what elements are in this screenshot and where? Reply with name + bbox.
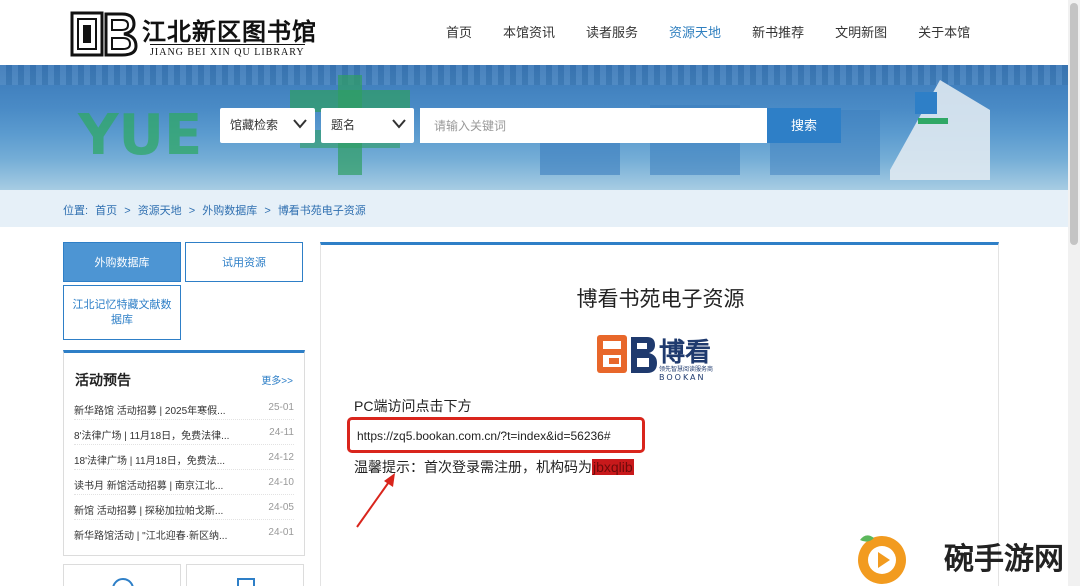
sidebar-tab-jiangbei-memory[interactable]: 江北记忆特藏文献数据库 <box>63 285 181 340</box>
list-item[interactable]: 8'法律广场 | 11月18日，免费法律... 24-11 <box>74 420 294 445</box>
breadcrumb-separator: > <box>124 205 131 217</box>
watermark: 碗手游网 <box>852 528 1080 586</box>
breadcrumb: 位置: 首页 > 资源天地 > 外购数据库 > 博看书苑电子资源 <box>63 202 370 218</box>
page-scrollbar[interactable] <box>1068 0 1080 586</box>
activity-item-title: 新华路馆活动 | "江北迎春·新区纳... <box>74 531 228 542</box>
list-item[interactable]: 新华路馆 活动招募 | 2025年寒假... 25-01 <box>74 395 294 420</box>
activity-item-title: 新华路馆 活动招募 | 2025年寒假... <box>74 406 226 417</box>
library-name-cn: 江北新区图书馆 <box>142 17 317 46</box>
activity-item-date: 24-10 <box>268 477 294 488</box>
bookan-logo-tagline: 领先智慧阅读服务商 <box>659 365 713 373</box>
chevron-down-icon <box>392 119 406 129</box>
clock-icon <box>112 578 134 586</box>
breadcrumb-separator: > <box>188 205 196 217</box>
activity-item-date: 24-11 <box>269 427 294 438</box>
breadcrumb-bar: 位置: 首页 > 资源天地 > 外购数据库 > 博看书苑电子资源 <box>0 190 1080 227</box>
nav-home[interactable]: 首页 <box>446 22 472 41</box>
activity-item-title: 新馆 活动招募 | 探秘加拉帕戈斯... <box>74 506 224 517</box>
scrollbar-thumb[interactable] <box>1070 3 1078 245</box>
watermark-logo-icon <box>858 535 906 584</box>
pointer-arrow-icon <box>356 473 395 528</box>
banner-decoration-text: YUE <box>78 103 203 168</box>
bookan-logo-cn: 博看 <box>659 338 711 368</box>
scope-select-value: 馆藏检索 <box>230 118 279 132</box>
activity-item-title: 读书月 新馆活动招募 | 南京江北... <box>74 481 224 492</box>
search-banner: YUE 馆藏检索 题名 搜索 <box>0 65 1080 190</box>
breadcrumb-separator: > <box>264 205 271 217</box>
watermark-text: 碗手游网 <box>944 542 1064 577</box>
main-nav: 首页 本馆资讯 读者服务 资源天地 新书推荐 文明新图 关于本馆 <box>446 22 1001 41</box>
bookan-logo: 博看 领先智慧阅读服务商 BOOKAN <box>597 335 713 381</box>
bookan-logo-en: BOOKAN <box>659 373 706 381</box>
quick-link-box[interactable] <box>63 564 181 586</box>
list-item[interactable]: 读书月 新馆活动招募 | 南京江北... 24-10 <box>74 470 294 495</box>
site-header: 江北新区图书馆 JIANG BEI XIN QU LIBRARY 首页 本馆资讯… <box>0 0 1080 65</box>
activity-item-date: 24-12 <box>268 452 294 463</box>
activity-item-date: 24-01 <box>268 527 294 538</box>
banner-decoration-sign <box>890 80 990 180</box>
breadcrumb-current[interactable]: 博看书苑电子资源 <box>278 205 366 217</box>
bookan-url-text: https://zq5.bookan.com.cn/?t=index&id=56… <box>357 429 611 443</box>
nav-civilization[interactable]: 文明新图 <box>835 22 887 41</box>
search-input[interactable] <box>420 108 767 143</box>
field-select-value: 题名 <box>331 118 356 132</box>
breadcrumb-prefix: 位置: <box>63 205 89 217</box>
list-item[interactable]: 新馆 活动招募 | 探秘加拉帕戈斯... 24-05 <box>74 495 294 520</box>
library-name-en: JIANG BEI XIN QU LIBRARY <box>150 44 305 58</box>
nav-reader-services[interactable]: 读者服务 <box>586 22 638 41</box>
breadcrumb-databases[interactable]: 外购数据库 <box>202 205 257 217</box>
sidebar-tab-purchased-databases[interactable]: 外购数据库 <box>63 242 181 282</box>
document-icon <box>237 578 255 586</box>
activity-list: 新华路馆 活动招募 | 2025年寒假... 25-01 8'法律广场 | 11… <box>64 395 304 545</box>
sidebar-tab-trial-resources[interactable]: 试用资源 <box>185 242 303 282</box>
library-logo-icon <box>70 11 138 57</box>
pc-access-instruction: PC端访问点击下方 <box>354 398 472 414</box>
activity-preview-panel: 活动预告 更多>> 新华路馆 活动招募 | 2025年寒假... 25-01 8… <box>63 350 305 556</box>
activity-more-link[interactable]: 更多>> <box>261 372 293 387</box>
breadcrumb-home[interactable]: 首页 <box>95 205 117 217</box>
activity-title: 活动预告 <box>75 372 131 388</box>
activity-item-date: 24-05 <box>268 502 294 513</box>
institution-code: jbxqlib <box>592 459 634 475</box>
search-button[interactable]: 搜索 <box>767 108 841 143</box>
nav-library-news[interactable]: 本馆资讯 <box>503 22 555 41</box>
breadcrumb-resources[interactable]: 资源天地 <box>138 205 182 217</box>
activity-item-date: 25-01 <box>268 402 294 413</box>
list-item[interactable]: 新华路馆活动 | "江北迎春·新区纳... 24-01 <box>74 520 294 545</box>
nav-resources[interactable]: 资源天地 <box>669 22 721 41</box>
library-logo[interactable]: 江北新区图书馆 JIANG BEI XIN QU LIBRARY <box>70 10 317 60</box>
list-item[interactable]: 18'法律广场 | 11月18日，免费法... 24-12 <box>74 445 294 470</box>
scope-select[interactable]: 馆藏检索 <box>220 108 315 143</box>
chevron-down-icon <box>293 119 307 129</box>
activity-item-title: 18'法律广场 | 11月18日，免费法... <box>74 456 226 467</box>
nav-new-books[interactable]: 新书推荐 <box>752 22 804 41</box>
nav-about[interactable]: 关于本馆 <box>918 22 970 41</box>
quick-link-box[interactable] <box>186 564 304 586</box>
field-select[interactable]: 题名 <box>321 108 414 143</box>
bookan-url-link[interactable]: https://zq5.bookan.com.cn/?t=index&id=56… <box>347 417 645 453</box>
page-title: 博看书苑电子资源 <box>576 288 745 311</box>
activity-item-title: 8'法律广场 | 11月18日，免费法律... <box>74 431 230 442</box>
